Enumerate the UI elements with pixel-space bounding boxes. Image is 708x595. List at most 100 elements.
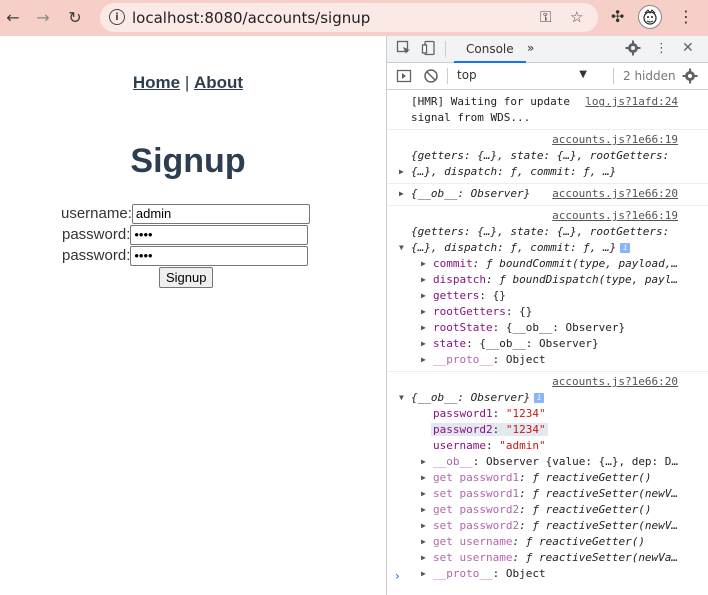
property-row[interactable]: ▶ set password1: ƒ reactiveSetter(newV… xyxy=(387,486,708,502)
back-icon[interactable]: ← xyxy=(2,6,24,28)
password1-row: password: xyxy=(61,224,310,245)
property-row[interactable]: ▶ __proto__: Object xyxy=(387,352,708,368)
expand-triangle-icon[interactable]: ▶ xyxy=(421,352,433,368)
property-row[interactable]: ▶ state: {__ob__: Observer} xyxy=(387,336,708,352)
source-link[interactable]: accounts.js?1e66:19 xyxy=(387,132,708,148)
profile-avatar[interactable] xyxy=(638,5,662,29)
object-preview-line2[interactable]: ▼ {…}, dispatch: ƒ, commit: ƒ, …} i xyxy=(387,240,708,256)
property-value: : ƒ reactiveGetter() xyxy=(519,471,652,484)
password1-label: password: xyxy=(62,226,131,243)
console-message: accounts.js?1e66:19 {getters: {…}, state… xyxy=(387,206,708,372)
nav-home-link[interactable]: Home xyxy=(133,73,180,92)
expand-triangle-icon[interactable]: ▶ xyxy=(421,256,433,272)
tab-console[interactable]: Console xyxy=(454,36,526,63)
reload-icon[interactable]: ↻ xyxy=(64,6,86,28)
property-value: : ƒ reactiveSetter(newV… xyxy=(519,519,679,532)
expand-triangle-icon[interactable]: ▶ xyxy=(421,272,433,288)
password1-input[interactable] xyxy=(130,224,309,245)
console-message: ▶ {__ob__: Observer} accounts.js?1e66:20 xyxy=(387,184,708,206)
nav-about-link[interactable]: About xyxy=(194,73,243,92)
close-devtools-icon[interactable]: ✕ xyxy=(682,40,694,56)
property-key: set password2 xyxy=(433,519,520,532)
expand-triangle-icon[interactable]: ▶ xyxy=(421,470,433,486)
forward-icon[interactable]: → xyxy=(32,6,54,28)
site-info-icon[interactable]: i xyxy=(109,9,125,25)
expand-triangle-icon[interactable]: ▶ xyxy=(399,164,411,180)
object-preview-line2[interactable]: ▶ {…}, dispatch: ƒ, commit: ƒ, …} xyxy=(387,164,708,180)
property-key: commit xyxy=(433,257,473,270)
property-key: __proto__ xyxy=(433,567,493,580)
console-prompt[interactable]: › xyxy=(395,569,400,583)
property-value: : ƒ boundCommit(type, payload,… xyxy=(472,257,679,270)
username-input[interactable] xyxy=(131,203,310,224)
property-row[interactable]: ▶ set username: ƒ reactiveSetter(newVa… xyxy=(387,550,708,566)
device-toolbar-icon[interactable] xyxy=(421,40,437,56)
console-toolbar: top ▼ 2 hidden xyxy=(387,63,708,90)
expand-triangle-icon[interactable]: ▶ xyxy=(421,486,433,502)
expand-triangle-icon[interactable]: ▶ xyxy=(421,454,433,470)
inspect-element-icon[interactable] xyxy=(396,40,412,56)
collapse-triangle-icon[interactable]: ▼ xyxy=(399,390,411,406)
more-tabs-icon[interactable]: » xyxy=(527,41,534,55)
info-icon[interactable]: i xyxy=(534,393,545,403)
property-row[interactable]: ▶ rootState: {__ob__: Observer} xyxy=(387,320,708,336)
url-text[interactable]: localhost:8080/accounts/signup xyxy=(132,9,370,27)
property-value: : ƒ reactiveGetter() xyxy=(519,503,652,516)
key-icon[interactable]: ⚿ xyxy=(540,8,551,26)
property-row[interactable]: ▶ get password2: ƒ reactiveGetter() xyxy=(387,502,708,518)
clear-console-icon[interactable] xyxy=(423,68,439,84)
expand-triangle-icon[interactable]: ▶ xyxy=(421,534,433,550)
source-link[interactable]: accounts.js?1e66:19 xyxy=(387,208,708,224)
property-row[interactable]: ▶ set password2: ƒ reactiveSetter(newV… xyxy=(387,518,708,534)
property-row[interactable]: ▶ dispatch: ƒ boundDispatch(type, payl… xyxy=(387,272,708,288)
property-row[interactable]: ▶ rootGetters: {} xyxy=(387,304,708,320)
property-row[interactable]: ▶ __ob__: Observer {value: {…}, dep: D… xyxy=(387,454,708,470)
star-icon[interactable]: ☆ xyxy=(570,8,583,26)
prop-password1[interactable]: password1: "1234" xyxy=(387,406,708,422)
expand-triangle-icon[interactable]: ▶ xyxy=(399,186,411,202)
console-settings-gear-icon[interactable] xyxy=(682,68,698,84)
hidden-messages-count[interactable]: 2 hidden xyxy=(623,69,676,83)
expand-triangle-icon[interactable]: ▶ xyxy=(421,288,433,304)
devtools-menu-icon[interactable]: ⋮ xyxy=(655,41,668,56)
object-preview[interactable]: ▼ {__ob__: Observer} i xyxy=(387,390,708,406)
property-row[interactable]: ▶ getters: {} xyxy=(387,288,708,304)
property-row[interactable]: ▶ __proto__: Object xyxy=(387,566,708,582)
source-link[interactable]: accounts.js?1e66:20 xyxy=(387,374,708,390)
console-output: [HMR] Waiting for update log.js?1afd:24 … xyxy=(387,91,708,585)
sidebar-toggle-icon[interactable] xyxy=(396,68,412,84)
console-message: [HMR] Waiting for update log.js?1afd:24 … xyxy=(387,91,708,130)
settings-gear-icon[interactable] xyxy=(625,40,641,56)
context-selector[interactable]: top ▼ xyxy=(453,66,591,86)
collapse-triangle-icon[interactable]: ▼ xyxy=(399,240,411,256)
property-value: : Object xyxy=(492,353,546,366)
hmr-text: [HMR] Waiting for update xyxy=(411,95,570,108)
chrome-menu-icon[interactable]: ⋮ xyxy=(678,7,694,26)
expand-triangle-icon[interactable]: ▶ xyxy=(421,502,433,518)
expand-triangle-icon[interactable]: ▶ xyxy=(421,304,433,320)
expand-triangle-icon[interactable]: ▶ xyxy=(421,566,433,582)
expand-triangle-icon[interactable]: ▶ xyxy=(421,518,433,534)
property-row[interactable]: ▶ get password1: ƒ reactiveGetter() xyxy=(387,470,708,486)
property-row[interactable]: ▶ get username: ƒ reactiveGetter() xyxy=(387,534,708,550)
object-preview[interactable]: {getters: {…}, state: {…}, rootGetters: xyxy=(387,224,708,240)
info-icon[interactable]: i xyxy=(620,243,631,253)
object-preview[interactable]: ▶ {__ob__: Observer} xyxy=(399,186,530,202)
address-bar[interactable]: i localhost:8080/accounts/signup ⚿ ☆ xyxy=(100,3,598,32)
signup-button[interactable]: Signup xyxy=(159,267,214,288)
expand-triangle-icon[interactable]: ▶ xyxy=(421,320,433,336)
property-value: : {__ob__: Observer} xyxy=(492,321,626,334)
property-key: get password2 xyxy=(433,503,520,516)
prop-username[interactable]: username: "admin" xyxy=(387,438,708,454)
source-link[interactable]: accounts.js?1e66:20 xyxy=(552,186,678,202)
property-key: set password1 xyxy=(433,487,520,500)
extensions-puzzle-icon[interactable]: ✣ xyxy=(611,7,624,26)
property-row[interactable]: ▶ commit: ƒ boundCommit(type, payload,… xyxy=(387,256,708,272)
username-label: username: xyxy=(61,205,132,222)
expand-triangle-icon[interactable]: ▶ xyxy=(421,336,433,352)
prop-password2[interactable]: password2: "1234" xyxy=(387,422,708,438)
object-preview[interactable]: {getters: {…}, state: {…}, rootGetters: xyxy=(387,148,708,164)
expand-triangle-icon[interactable]: ▶ xyxy=(421,550,433,566)
password2-input[interactable] xyxy=(130,245,309,266)
source-link[interactable]: log.js?1afd:24 xyxy=(585,94,678,110)
